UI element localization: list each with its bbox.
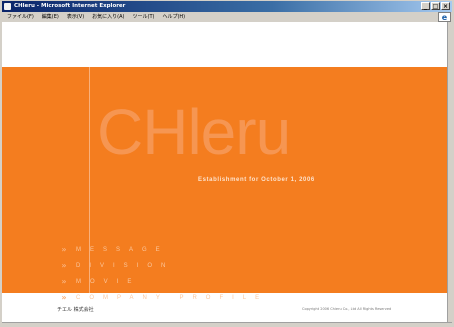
browser-window: CHleru - Microsoft Internet Explorer _ □… [0,0,454,327]
nav-item-label: DIVISION [76,263,175,269]
nav-item-label: COMPANY PROFILE [76,295,269,301]
menu-tools[interactable]: ツール(T) [133,12,155,22]
nav-menu: » MESSAGE » DIVISION » MOVIE » COMPANY P… [60,242,268,306]
ie-app-icon [4,3,11,10]
status-bar [2,322,452,327]
site-logo: CHleru [97,96,291,168]
copyright-text: Copyright 2006 Chieru Co., Ltd All Right… [302,307,392,311]
bullet-icon: » [61,261,67,270]
hero-banner: CHleru Establishment for October 1, 2006… [2,67,447,302]
nav-item-label: MOVIE [76,279,141,285]
establishment-text: Establishment for October 1, 2006 [198,177,315,183]
company-name: チエル 株式会社 [57,307,94,313]
menu-bar: ファイル(F) 編集(E) 表示(V) お気に入り(A) ツール(T) ヘルプ(… [2,12,452,22]
bullet-icon: » [61,245,67,254]
nav-item-label: MESSAGE [76,247,169,253]
page-viewport: CHleru Establishment for October 1, 2006… [2,22,447,322]
menu-view[interactable]: 表示(V) [67,12,84,22]
menu-favorites[interactable]: お気に入り(A) [92,12,124,22]
menu-help[interactable]: ヘルプ(H) [162,12,185,22]
nav-item-message[interactable]: » MESSAGE [60,242,268,258]
bullet-icon: » [61,293,67,302]
window-title: CHleru - Microsoft Internet Explorer [14,3,126,9]
minimize-button[interactable]: _ [421,2,430,10]
menu-file[interactable]: ファイル(F) [7,12,34,22]
vertical-scrollbar[interactable] [447,22,452,322]
ie-logo-icon: e [438,12,451,22]
nav-item-movie[interactable]: » MOVIE [60,274,268,290]
window-controls: _ □ × [421,2,450,10]
bullet-icon: » [61,277,67,286]
close-button[interactable]: × [441,2,450,10]
title-bar: CHleru - Microsoft Internet Explorer _ □… [2,1,452,12]
maximize-button[interactable]: □ [431,2,440,10]
nav-item-company-profile[interactable]: » COMPANY PROFILE [60,290,268,306]
menu-edit[interactable]: 編集(E) [42,12,59,22]
nav-item-division[interactable]: » DIVISION [60,258,268,274]
